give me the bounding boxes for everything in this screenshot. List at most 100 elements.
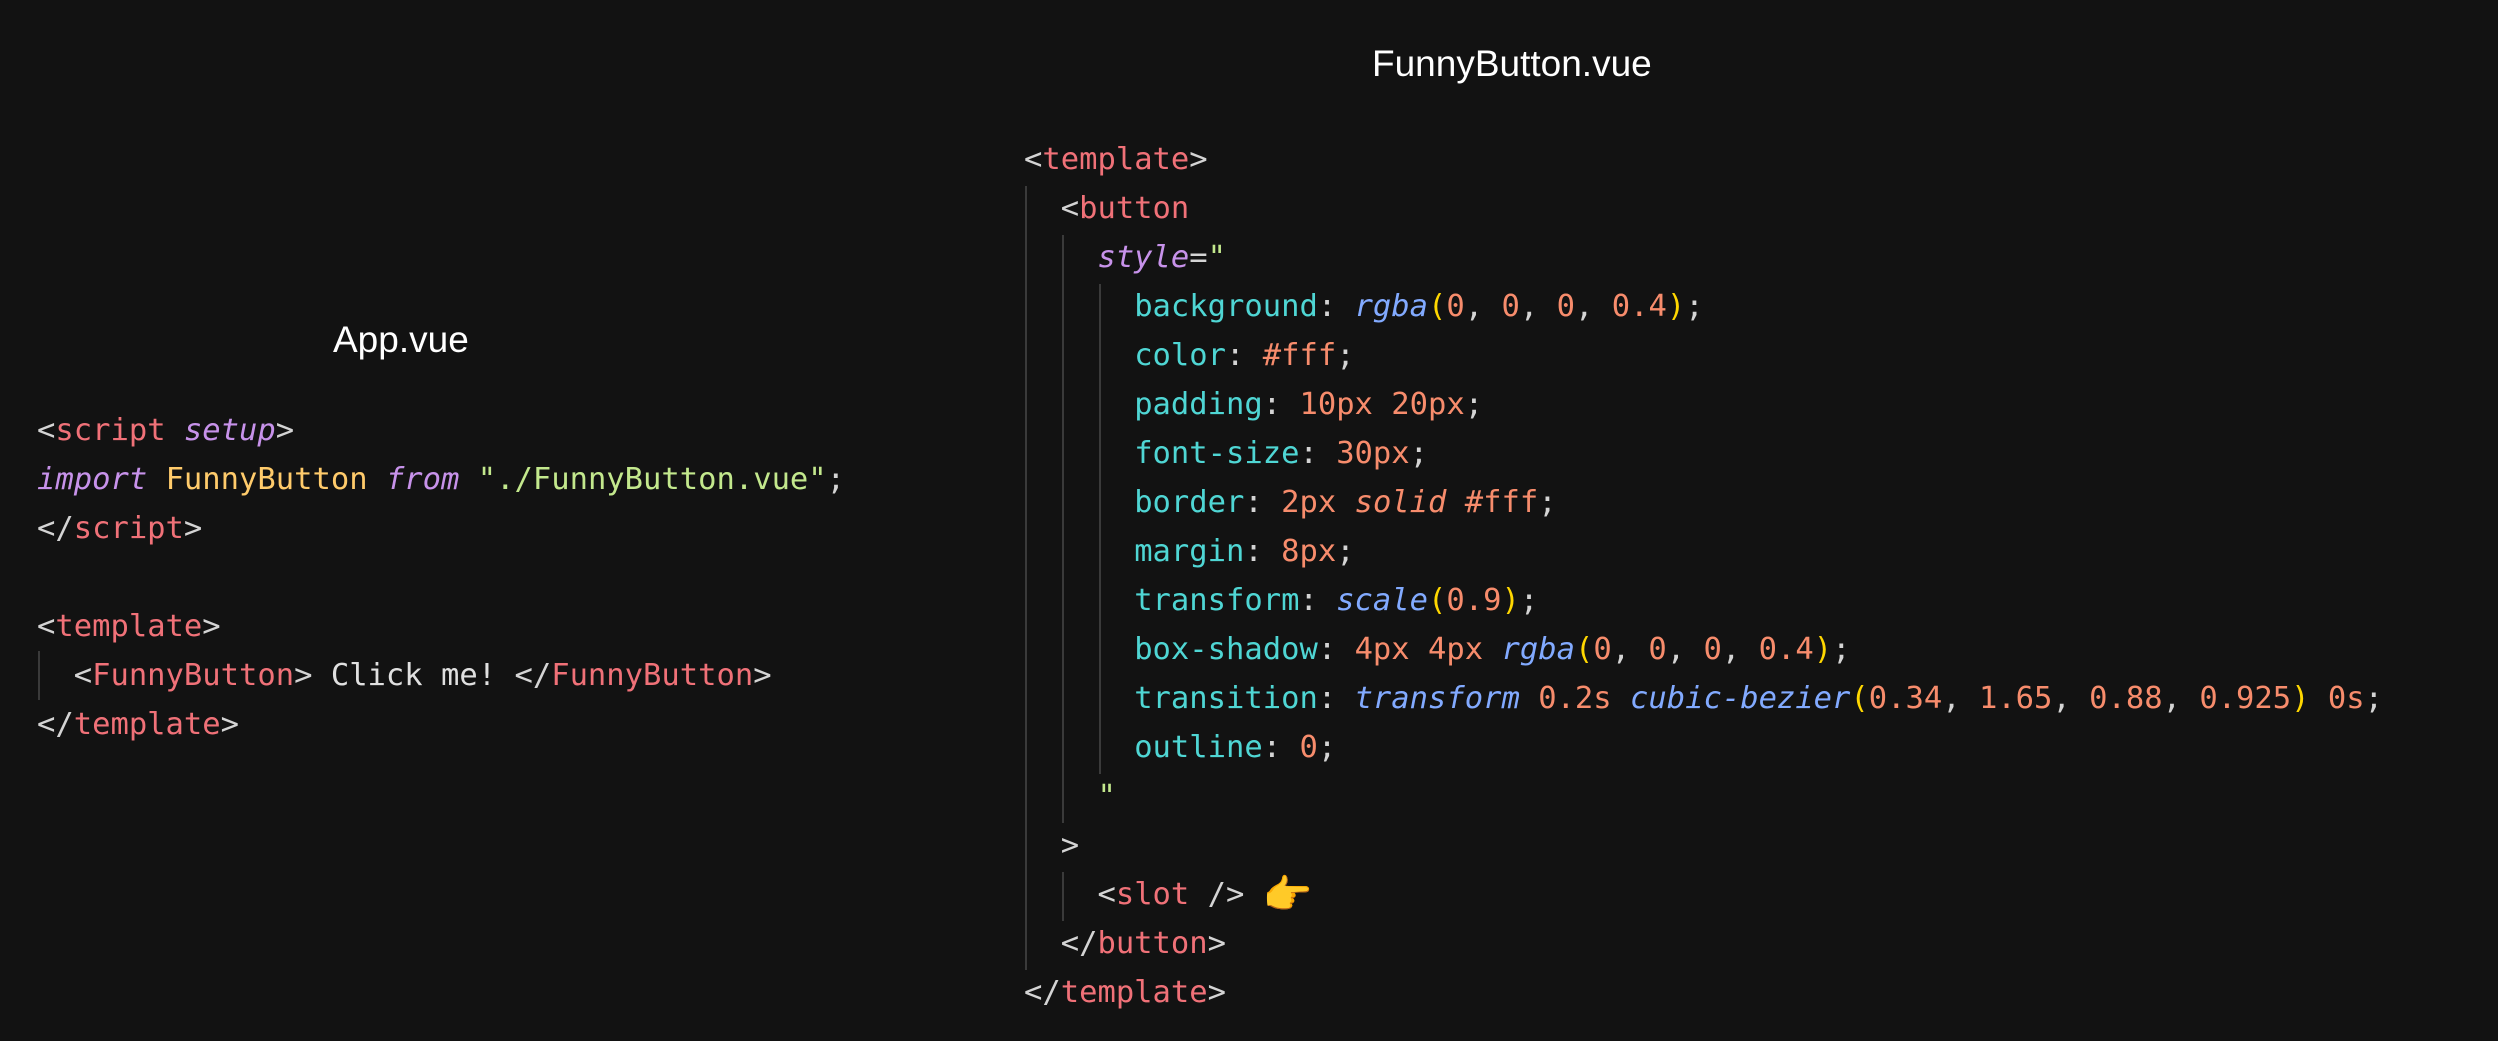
app-file-title: App.vue xyxy=(333,319,469,360)
code-token: outline xyxy=(1134,730,1263,765)
code-token: background xyxy=(1134,289,1318,324)
code-token: > xyxy=(753,658,772,693)
code-line: color: #fff; xyxy=(1024,338,1355,373)
code-token: </ xyxy=(37,511,74,546)
code-line: transform: scale(0.9); xyxy=(1024,583,1538,618)
code-line: </template> xyxy=(1024,975,1226,1010)
code-token: ( xyxy=(1574,632,1594,667)
code-token: ) xyxy=(1666,289,1686,324)
code-token: < xyxy=(1024,191,1080,226)
code-token: 30px xyxy=(1336,436,1410,471)
code-token: </ xyxy=(514,658,552,693)
code-token: : xyxy=(1262,730,1300,765)
code-token: , xyxy=(1574,289,1612,324)
code-line: </template> xyxy=(37,707,239,742)
code-token: ) xyxy=(1501,583,1520,618)
code-token: /> xyxy=(1189,877,1245,912)
code-token: box-shadow xyxy=(1134,632,1318,667)
code-line: <script setup> xyxy=(37,413,294,448)
code-token: " xyxy=(1097,779,1116,814)
code-line: import FunnyButton from "./FunnyButton.v… xyxy=(37,462,845,497)
code-token: 0 xyxy=(1501,289,1520,324)
code-token: 0.2s xyxy=(1538,681,1612,716)
code-token: setup xyxy=(183,413,276,448)
code-token: color xyxy=(1134,338,1227,373)
code-token: ( xyxy=(1428,583,1447,618)
code-token: : xyxy=(1244,534,1282,569)
code-token: rgba xyxy=(1501,632,1575,667)
code-token: style xyxy=(1097,240,1190,275)
code-token: , xyxy=(1611,632,1649,667)
code-token: cubic-bezier xyxy=(1630,681,1851,716)
pointing-hand-icon: 👉 xyxy=(1262,872,1313,918)
code-token: : xyxy=(1317,632,1355,667)
code-line: > xyxy=(1024,828,1079,863)
code-token: " xyxy=(1207,240,1227,275)
code-line: outline: 0; xyxy=(1024,730,1336,765)
code-token: 0 xyxy=(1648,632,1667,667)
code-token: 1.65 xyxy=(1978,681,2053,716)
code-line: font-size: 30px; xyxy=(1024,436,1428,471)
code-token: FunnyButton xyxy=(551,658,754,693)
code-token: 0 xyxy=(1299,730,1318,765)
code-token: , xyxy=(2162,681,2200,716)
code-token: ; xyxy=(1336,338,1355,373)
indent-guide xyxy=(1099,284,1101,774)
code-token: > xyxy=(183,511,203,546)
code-token: 0s xyxy=(2327,681,2365,716)
code-token: FunnyButton xyxy=(92,658,295,693)
code-line: " xyxy=(1024,779,1116,814)
code-token: > xyxy=(1207,926,1227,961)
code-token: : xyxy=(1244,485,1282,520)
code-token: script xyxy=(73,511,184,546)
code-line: </button> xyxy=(1024,926,1226,961)
code-token: = xyxy=(1189,240,1208,275)
code-token: template xyxy=(1042,142,1190,177)
code-token: transition xyxy=(1134,681,1318,716)
code-token: transform xyxy=(1354,681,1520,716)
code-token: , xyxy=(2052,681,2090,716)
code-token: template xyxy=(55,609,203,644)
code-token: #fff xyxy=(1464,485,1539,520)
code-token: ; xyxy=(1336,534,1355,569)
slide-canvas: App.vue <script setup> import FunnyButto… xyxy=(0,0,2498,1041)
code-token: : xyxy=(1226,338,1263,373)
code-token: script xyxy=(55,413,166,448)
code-line: <template> xyxy=(1024,142,1208,177)
code-token: : xyxy=(1299,436,1337,471)
code-token: > xyxy=(1207,975,1227,1010)
code-line: background: rgba(0, 0, 0, 0.4); xyxy=(1024,289,1704,324)
code-token: 0.9 xyxy=(1446,583,1502,618)
indent-guide xyxy=(1062,872,1064,921)
code-token: > xyxy=(220,707,240,742)
code-token: : xyxy=(1299,583,1337,618)
code-token: ; xyxy=(1685,289,1704,324)
code-line: </script> xyxy=(37,511,202,546)
code-token: ; xyxy=(1538,485,1557,520)
code-token: ; xyxy=(1519,583,1539,618)
code-token: #fff xyxy=(1262,338,1337,373)
code-token: ( xyxy=(1850,681,1869,716)
code-token: > xyxy=(1189,142,1208,177)
code-token: ( xyxy=(1428,289,1447,324)
code-token: border xyxy=(1134,485,1245,520)
code-token: </ xyxy=(1024,975,1061,1010)
code-token: : xyxy=(1317,681,1355,716)
code-token: button xyxy=(1079,191,1190,226)
code-token: scale xyxy=(1336,583,1429,618)
code-token: > xyxy=(1024,828,1080,863)
code-token: 10px 20px xyxy=(1299,387,1465,422)
code-token: ) xyxy=(1813,632,1833,667)
